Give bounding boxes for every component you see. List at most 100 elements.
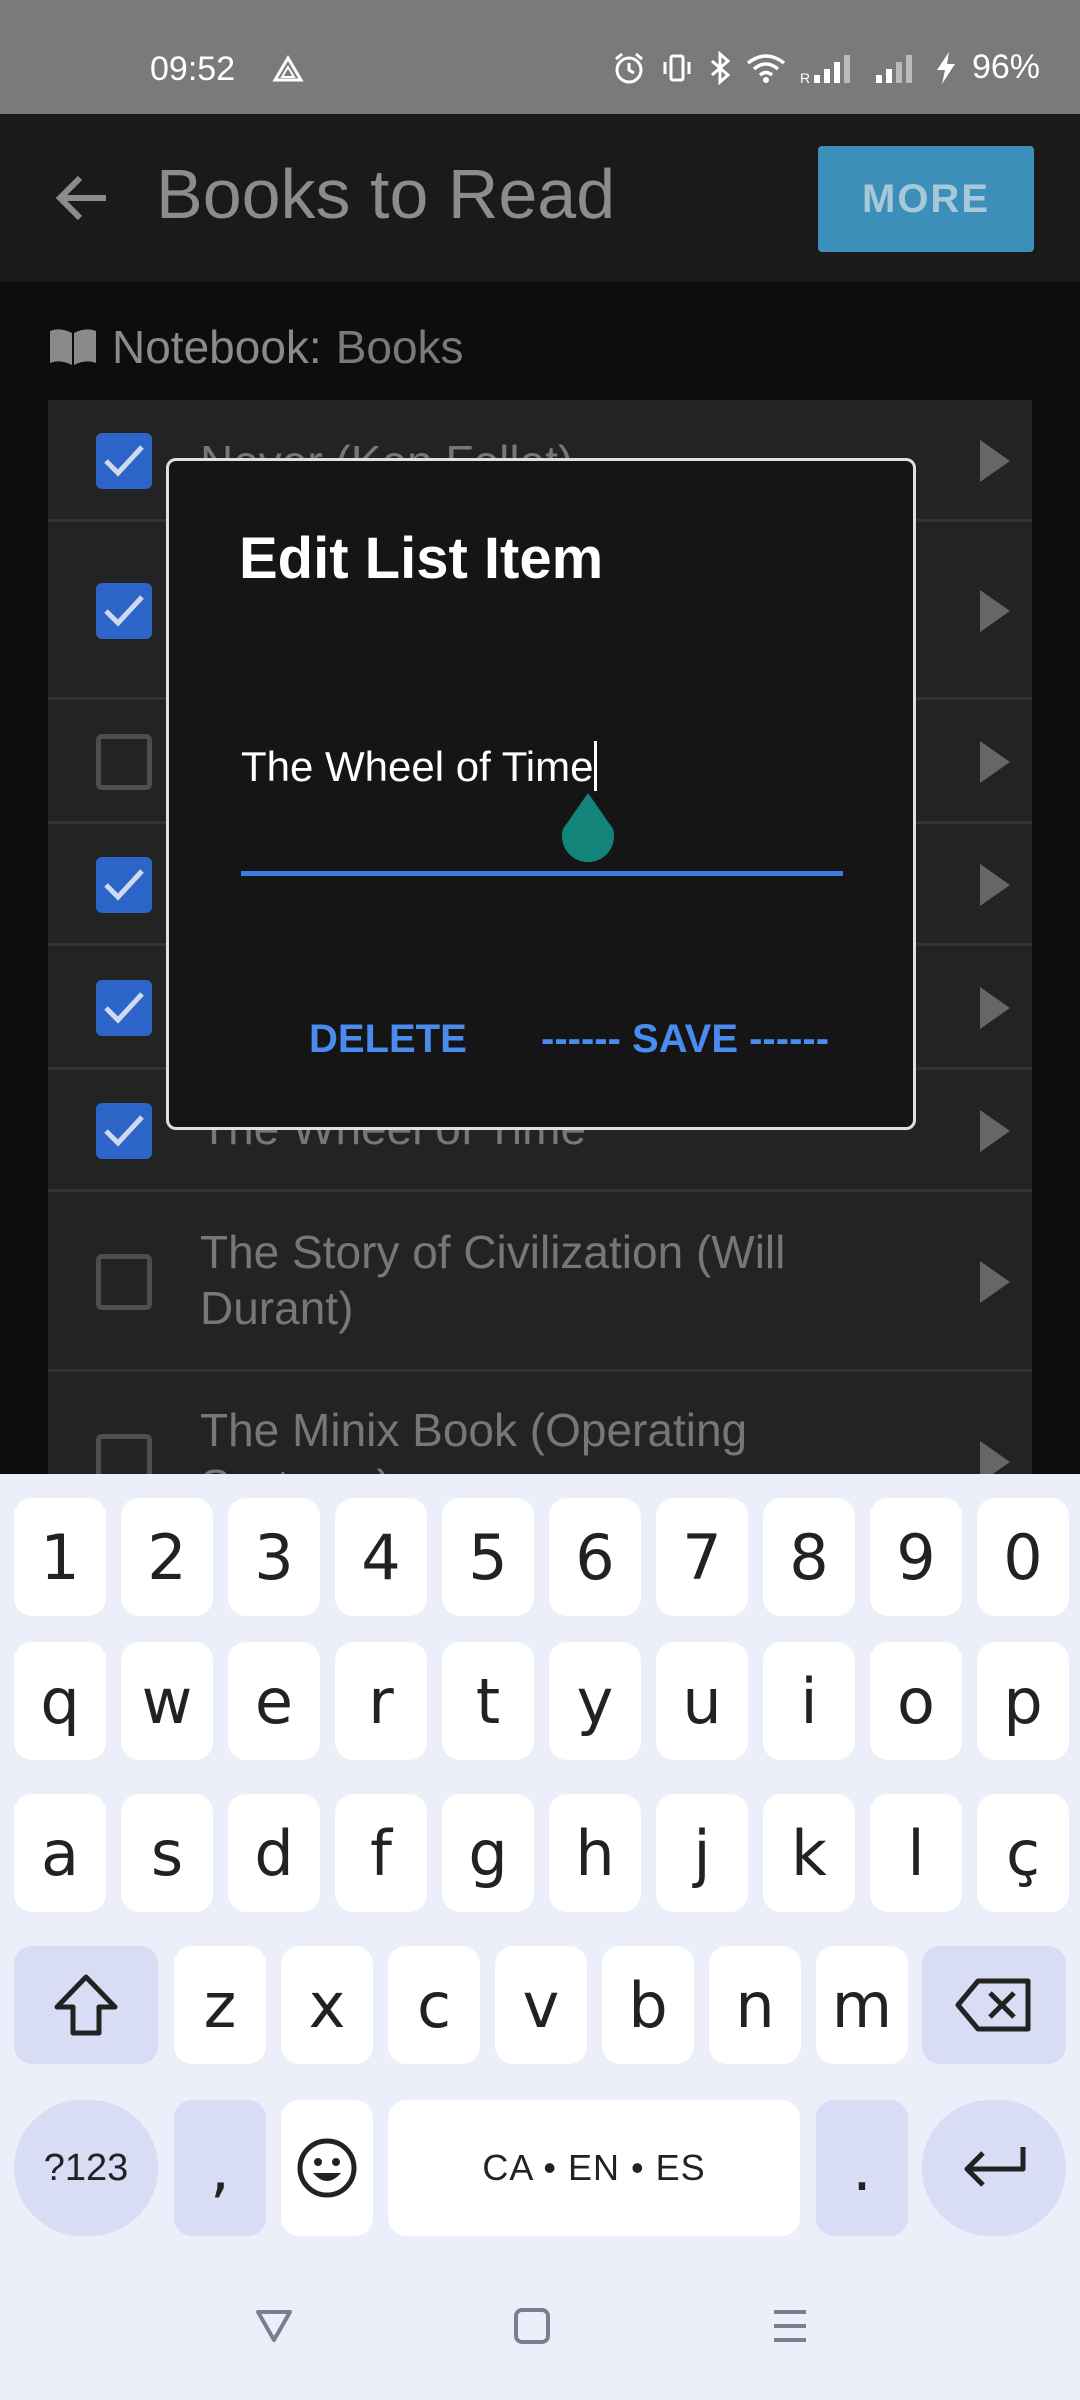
recents-menu-icon[interactable] (770, 2306, 810, 2346)
checkbox-checked[interactable] (96, 857, 152, 913)
cloud-drive-icon (272, 55, 304, 82)
checkbox-checked[interactable] (96, 980, 152, 1036)
key-h[interactable]: h (549, 1794, 641, 1912)
app-bar: Books to Read MORE (0, 114, 1080, 282)
backspace-icon (955, 1978, 1031, 2032)
key-x[interactable]: x (281, 1946, 373, 2064)
expand-arrow-icon[interactable] (978, 1259, 1012, 1305)
list-item[interactable]: The Story of Civilization (Will Durant) (48, 1192, 1032, 1372)
checkbox-unchecked[interactable] (96, 734, 152, 790)
dialog-title: Edit List Item (239, 526, 604, 591)
key-p[interactable]: p (977, 1642, 1069, 1760)
key-a[interactable]: a (14, 1794, 106, 1912)
key-j[interactable]: j (656, 1794, 748, 1912)
emoji-key[interactable] (281, 2100, 373, 2236)
key-7[interactable]: 7 (656, 1498, 748, 1616)
bluetooth-icon (710, 50, 731, 85)
key-0[interactable]: 0 (977, 1498, 1069, 1616)
back-triangle-icon[interactable] (254, 2306, 294, 2346)
status-bar: 09:52 R 96% (0, 0, 1080, 114)
back-arrow-icon[interactable] (50, 166, 114, 230)
notebook-name[interactable]: Books (336, 320, 464, 374)
item-text-input[interactable]: The Wheel of Time (241, 741, 598, 791)
key-8[interactable]: 8 (763, 1498, 855, 1616)
input-underline (241, 871, 843, 876)
status-time: 09:52 (150, 50, 236, 88)
key-v[interactable]: v (495, 1946, 587, 2064)
key-4[interactable]: 4 (335, 1498, 427, 1616)
checkbox-checked[interactable] (96, 583, 152, 639)
more-button[interactable]: MORE (818, 146, 1034, 252)
list-item-text: The Story of Civilization (Will Durant) (200, 1226, 786, 1334)
enter-key[interactable] (922, 2100, 1066, 2236)
home-square-icon[interactable] (512, 2306, 552, 2346)
key-c-cedilla[interactable]: ç (977, 1794, 1069, 1912)
save-button[interactable]: ------ SAVE ------ (541, 1017, 829, 1062)
input-value: The Wheel of Time (241, 743, 594, 790)
notebook-label: Notebook: (112, 321, 322, 373)
key-l[interactable]: l (870, 1794, 962, 1912)
space-key[interactable]: CA • EN • ES (388, 2100, 800, 2236)
signal-r-icon: R (800, 54, 850, 85)
expand-arrow-icon[interactable] (978, 1108, 1012, 1154)
checkmark-icon (104, 445, 144, 477)
text-cursor-handle[interactable] (557, 791, 619, 871)
key-9[interactable]: 9 (870, 1498, 962, 1616)
page-title: Books to Read (156, 155, 616, 233)
key-s[interactable]: s (121, 1794, 213, 1912)
symbols-label: ?123 (43, 2146, 129, 2189)
soft-keyboard: 1 2 3 4 5 6 7 8 9 0 q w e r t y u i o p … (0, 1474, 1080, 2400)
shift-icon (54, 1974, 118, 2036)
key-q[interactable]: q (14, 1642, 106, 1760)
wifi-icon (746, 53, 786, 83)
vibrate-icon (663, 54, 691, 81)
period-key[interactable]: . (816, 2100, 908, 2236)
system-nav-bar (0, 2266, 1080, 2400)
key-r[interactable]: r (335, 1642, 427, 1760)
signal-icon (875, 54, 912, 83)
expand-arrow-icon[interactable] (978, 862, 1012, 908)
key-f[interactable]: f (335, 1794, 427, 1912)
key-2[interactable]: 2 (121, 1498, 213, 1616)
key-t[interactable]: t (442, 1642, 534, 1760)
key-e[interactable]: e (228, 1642, 320, 1760)
expand-arrow-icon[interactable] (978, 588, 1012, 634)
expand-arrow-icon[interactable] (978, 739, 1012, 785)
expand-arrow-icon[interactable] (978, 985, 1012, 1031)
backspace-key[interactable] (922, 1946, 1066, 2064)
key-3[interactable]: 3 (228, 1498, 320, 1616)
shift-key[interactable] (14, 1946, 158, 2064)
checkbox-checked[interactable] (96, 1103, 152, 1159)
key-b[interactable]: b (602, 1946, 694, 2064)
key-z[interactable]: z (174, 1946, 266, 2064)
delete-button[interactable]: DELETE (309, 1017, 467, 1062)
key-m[interactable]: m (816, 1946, 908, 2064)
checkmark-icon (104, 595, 144, 627)
text-cursor (594, 741, 598, 791)
key-5[interactable]: 5 (442, 1498, 534, 1616)
key-w[interactable]: w (121, 1642, 213, 1760)
key-i[interactable]: i (763, 1642, 855, 1760)
key-1[interactable]: 1 (14, 1498, 106, 1616)
key-d[interactable]: d (228, 1794, 320, 1912)
checkbox-checked[interactable] (96, 433, 152, 489)
key-u[interactable]: u (656, 1642, 748, 1760)
book-icon (50, 329, 96, 365)
checkbox-unchecked[interactable] (96, 1254, 152, 1310)
svg-text:R: R (800, 70, 810, 85)
key-y[interactable]: y (549, 1642, 641, 1760)
status-icons: R 96% (612, 48, 1040, 87)
key-n[interactable]: n (709, 1946, 801, 2064)
symbols-key[interactable]: ?123 (14, 2100, 158, 2236)
battery-percent: 96% (971, 48, 1040, 86)
checkmark-icon (104, 1115, 144, 1147)
key-g[interactable]: g (442, 1794, 534, 1912)
expand-arrow-icon[interactable] (978, 438, 1012, 484)
checkmark-icon (104, 869, 144, 901)
key-6[interactable]: 6 (549, 1498, 641, 1616)
key-o[interactable]: o (870, 1642, 962, 1760)
key-c[interactable]: c (388, 1946, 480, 2064)
key-k[interactable]: k (763, 1794, 855, 1912)
comma-key[interactable]: , (174, 2100, 266, 2236)
enter-icon (964, 2147, 1026, 2187)
